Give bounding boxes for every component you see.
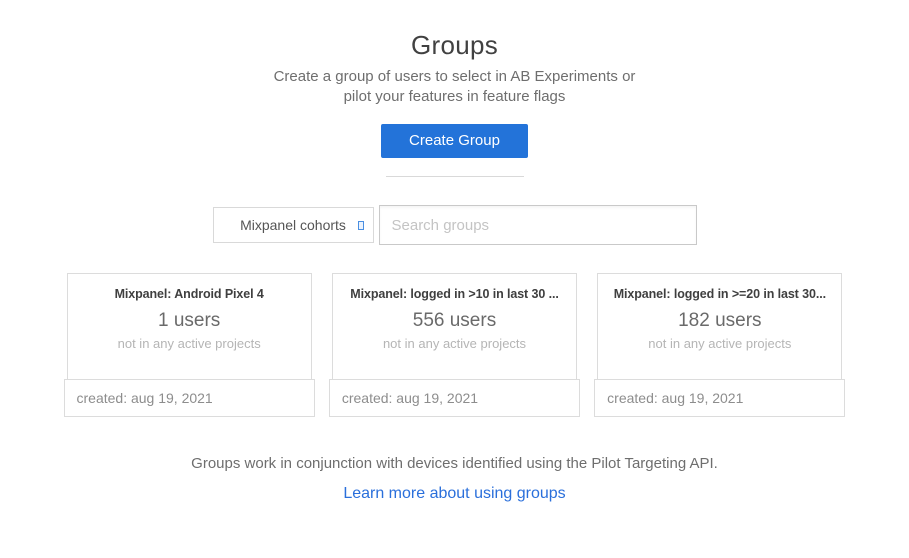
group-created-date: created: aug 19, 2021 (64, 379, 315, 417)
group-projects-note: not in any active projects (68, 336, 311, 351)
page-subtitle: Create a group of users to select in AB … (0, 67, 909, 107)
group-title: Mixpanel: Android Pixel 4 (68, 287, 311, 301)
group-users-count: 556 users (333, 310, 576, 332)
hero-section: Groups Create a group of users to select… (0, 0, 909, 177)
group-projects-note: not in any active projects (333, 336, 576, 351)
group-projects-note: not in any active projects (598, 336, 841, 351)
group-card[interactable]: Mixpanel: Android Pixel 4 1 users not in… (64, 273, 315, 417)
group-card-body: Mixpanel: Android Pixel 4 1 users not in… (67, 273, 312, 380)
learn-more-link[interactable]: Learn more about using groups (343, 485, 565, 502)
subtitle-line-1: Create a group of users to select in AB … (0, 67, 909, 87)
learn-more-row: Learn more about using groups (0, 485, 909, 503)
cohort-source-label: Mixpanel cohorts (240, 217, 346, 233)
divider (386, 176, 524, 177)
group-title: Mixpanel: logged in >10 in last 30 ... (333, 287, 576, 301)
cohort-source-dropdown[interactable]: Mixpanel cohorts (213, 207, 374, 243)
group-card[interactable]: Mixpanel: logged in >10 in last 30 ... 5… (329, 273, 580, 417)
dropdown-indicator-icon (358, 221, 364, 230)
subtitle-line-2: pilot your features in feature flags (0, 87, 909, 107)
search-input[interactable] (379, 205, 697, 245)
group-card-body: Mixpanel: logged in >=20 in last 30... 1… (597, 273, 842, 380)
group-card[interactable]: Mixpanel: logged in >=20 in last 30... 1… (594, 273, 845, 417)
group-created-date: created: aug 19, 2021 (329, 379, 580, 417)
group-created-date: created: aug 19, 2021 (594, 379, 845, 417)
group-users-count: 182 users (598, 310, 841, 332)
create-group-button[interactable]: Create Group (381, 124, 528, 158)
group-card-list: Mixpanel: Android Pixel 4 1 users not in… (64, 273, 846, 417)
page-title: Groups (0, 30, 909, 61)
filter-bar: Mixpanel cohorts (0, 205, 909, 245)
group-card-body: Mixpanel: logged in >10 in last 30 ... 5… (332, 273, 577, 380)
groups-page: Groups Create a group of users to select… (0, 0, 909, 558)
groups-info-note: Groups work in conjunction with devices … (0, 455, 909, 472)
group-users-count: 1 users (68, 310, 311, 332)
group-title: Mixpanel: logged in >=20 in last 30... (598, 287, 841, 301)
